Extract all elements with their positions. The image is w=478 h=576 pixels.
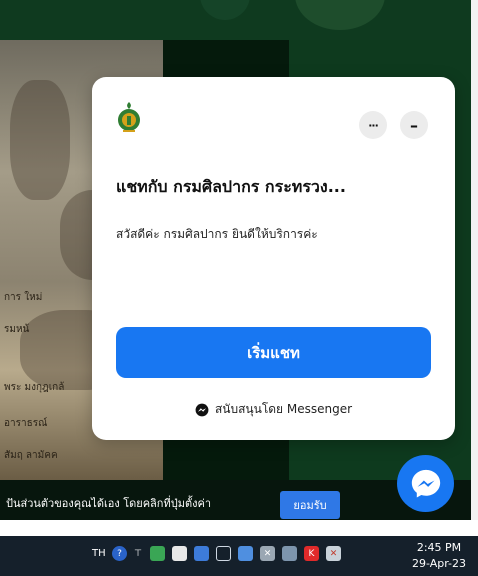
windows-taskbar: TH ? ⊤ ✕ K ✕ 2:45 PM 29-Apr-23 — [0, 536, 478, 576]
clock-date: 29-Apr-23 — [411, 557, 467, 570]
shield-icon[interactable] — [194, 546, 209, 561]
minimize-icon: – — [410, 115, 418, 135]
powered-by-messenger: สนับสนุนโดย Messenger — [92, 400, 455, 419]
photo-caption: อาราธรณ์ — [4, 418, 48, 429]
volume-muted-icon[interactable]: ✕ — [260, 546, 275, 561]
photo-caption: สัมฤ ลามัคค — [4, 450, 58, 461]
messenger-launcher-button[interactable] — [397, 455, 454, 512]
scrollbar-track[interactable] — [471, 0, 478, 540]
flag-icon[interactable]: ✕ — [326, 546, 341, 561]
chat-title: แชทกับ กรมศิลปากร กระทรวง... — [116, 177, 346, 196]
pin-icon[interactable]: ⊤ — [134, 546, 142, 561]
more-icon: ··· — [368, 118, 379, 132]
greeting-message: สวัสดีค่ะ กรมศิลปากร ยินดีให้บริการค่ะ — [116, 227, 318, 241]
messenger-chat-card: ··· – แชทกับ กรมศิลปากร กระทรวง... สวัสด… — [92, 77, 455, 440]
kaspersky-icon[interactable]: K — [304, 546, 319, 561]
page-bottom-gap — [0, 520, 478, 536]
more-options-button[interactable]: ··· — [359, 111, 387, 139]
chat-icon[interactable] — [150, 546, 165, 561]
clock-time: 2:45 PM — [416, 541, 462, 554]
message-icon[interactable] — [172, 546, 187, 561]
help-icon[interactable]: ? — [112, 546, 127, 561]
site-header-band — [0, 0, 478, 40]
accept-cookies-button[interactable]: ยอมรับ — [280, 491, 340, 519]
minimize-button[interactable]: – — [400, 111, 428, 139]
device-icon[interactable] — [282, 546, 297, 561]
monitor-icon[interactable] — [238, 546, 253, 561]
photo-caption: การ ใหม่ — [4, 292, 43, 303]
messenger-icon — [195, 403, 209, 416]
cookie-consent-text: ปันส่วนตัวของคุณได้เอง โดยคลิกที่ปุ่มตั้… — [6, 497, 211, 510]
decorative-gear — [200, 0, 250, 20]
photo-caption: พระ มงกุฎเกล้ — [4, 382, 65, 393]
start-chat-button[interactable]: เริ่มแชท — [116, 327, 431, 378]
photo-caption: รมหน้ — [4, 324, 30, 335]
network-icon[interactable] — [216, 546, 231, 561]
page: การ ใหม่ รมหน้ พระ มงกุฎเกล้ อาราธรณ์ สั… — [0, 0, 478, 576]
input-language-indicator[interactable]: TH — [92, 548, 106, 559]
taskbar-clock[interactable]: 2:45 PM 29-Apr-23 — [404, 540, 474, 572]
powered-by-text: สนับสนุนโดย Messenger — [214, 402, 353, 416]
decorative-gear — [295, 0, 385, 30]
department-logo-icon — [118, 102, 140, 132]
start-chat-label: เริ่มแชท — [247, 343, 300, 362]
messenger-icon — [411, 469, 440, 497]
